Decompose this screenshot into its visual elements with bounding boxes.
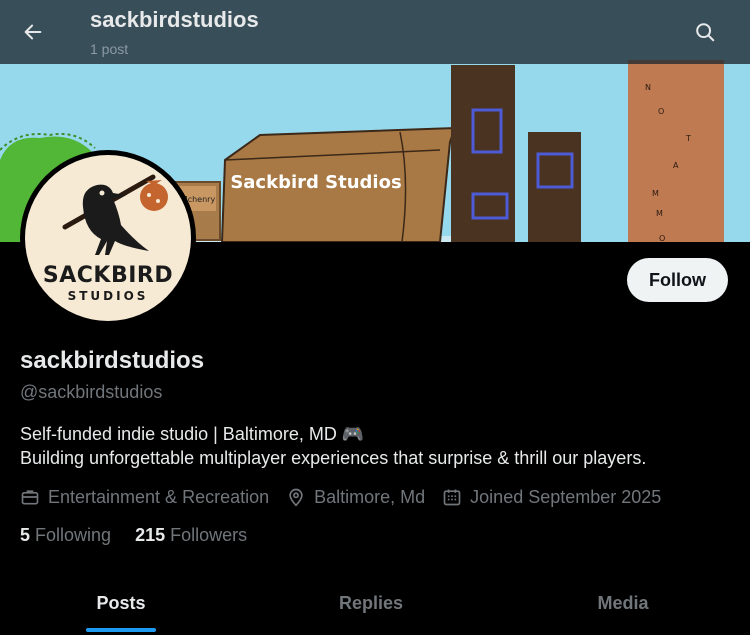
- tower-letter: T: [685, 134, 691, 143]
- tower-letter: M: [656, 209, 663, 218]
- avatar[interactable]: SACKBIRD STUDIOS: [20, 150, 196, 326]
- location-text: Baltimore, Md: [314, 486, 426, 507]
- followers-label: Followers: [170, 525, 248, 545]
- tab-media[interactable]: Media: [502, 572, 744, 635]
- tab-replies[interactable]: Replies: [250, 572, 492, 635]
- arrow-left-icon: [24, 24, 42, 40]
- joined-text: Joined September 2025: [470, 486, 662, 507]
- category-item: Entertainment & Recreation: [20, 487, 269, 508]
- tower-letter: O: [659, 234, 665, 242]
- banner-box-text: Sackbird Studios: [230, 172, 401, 193]
- tab-posts[interactable]: Posts: [0, 572, 242, 635]
- top-bar: sackbirdstudios 1 post: [0, 0, 750, 64]
- briefcase-icon: [21, 490, 39, 505]
- handle: @sackbirdstudios: [20, 382, 163, 402]
- search-icon: [696, 23, 715, 42]
- joined-item: Joined September 2025: [442, 487, 661, 508]
- follow-stats: 5 Following 215 Followers: [20, 525, 271, 546]
- location-item: Baltimore, Md: [286, 487, 425, 508]
- bio-line: Building unforgettable multiplayer exper…: [20, 448, 647, 468]
- active-tab-indicator: [86, 628, 156, 632]
- follow-button[interactable]: Follow: [627, 258, 728, 302]
- header-title: sackbirdstudios: [90, 7, 259, 32]
- logo-text-studios: STUDIOS: [67, 289, 149, 303]
- bio: Self-funded indie studio | Baltimore, MD…: [20, 422, 740, 470]
- category-text: Entertainment & Recreation: [48, 486, 270, 507]
- profile-tabs: Posts Replies Media: [0, 572, 750, 635]
- location-pin-icon: [289, 488, 303, 507]
- following-link[interactable]: 5 Following: [20, 525, 111, 546]
- following-label: Following: [35, 525, 112, 545]
- tower-letter: O: [658, 107, 664, 116]
- followers-count: 215: [135, 525, 166, 545]
- display-name: sackbirdstudios: [20, 347, 205, 374]
- avatar-logo: SACKBIRD STUDIOS: [25, 155, 191, 321]
- tower-letter: A: [673, 161, 679, 170]
- tower-letter: N: [645, 83, 651, 92]
- crow-logo-icon: [62, 174, 168, 255]
- back-button[interactable]: [14, 13, 52, 51]
- followers-link[interactable]: 215 Followers: [135, 525, 247, 546]
- tower-letter: M: [652, 189, 659, 198]
- bio-line: Self-funded indie studio | Baltimore, MD…: [20, 424, 365, 444]
- profile-meta: Entertainment & Recreation Baltimore, Md…: [20, 485, 678, 509]
- header-post-count: 1 post: [90, 41, 129, 57]
- logo-text-sackbird: SACKBIRD: [42, 263, 174, 288]
- search-button[interactable]: [686, 13, 724, 51]
- calendar-icon: [443, 489, 461, 506]
- following-count: 5: [20, 525, 31, 545]
